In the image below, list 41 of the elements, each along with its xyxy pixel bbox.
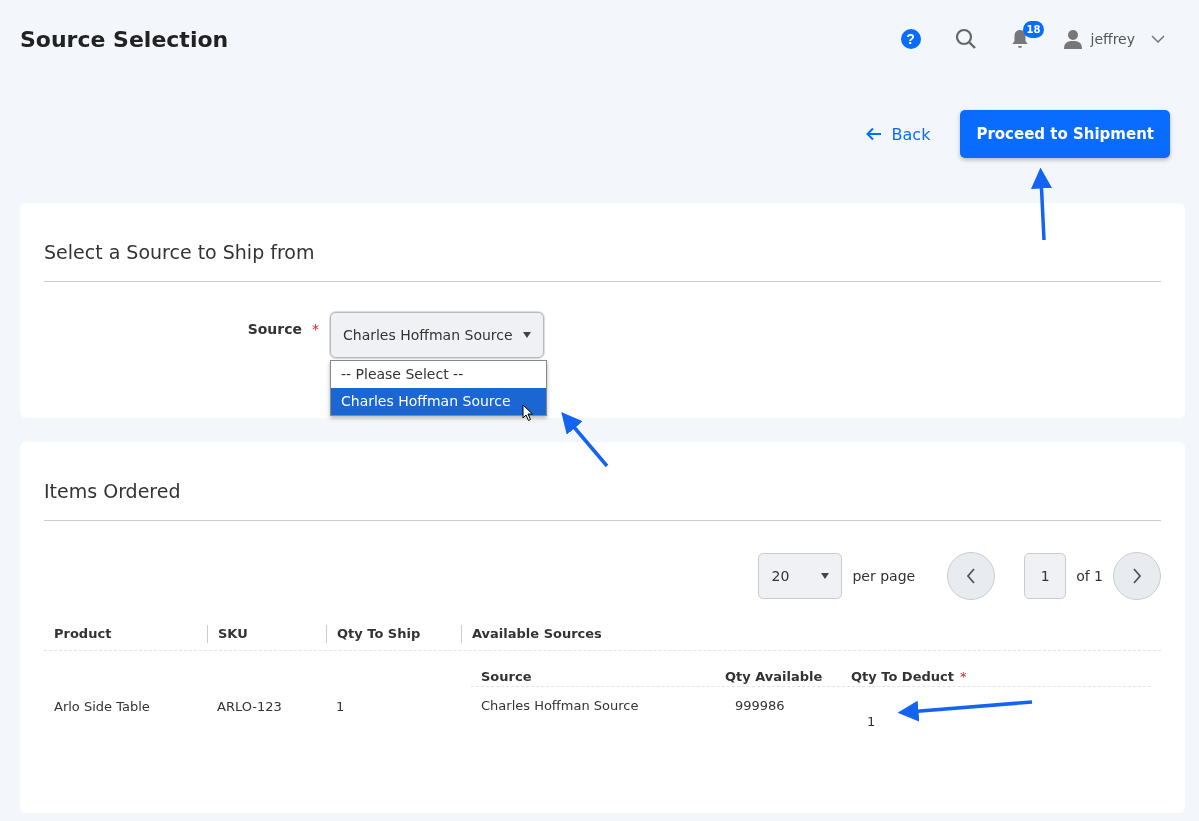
column-header: Qty To Deduct xyxy=(851,669,954,684)
back-link[interactable]: Back xyxy=(865,124,931,144)
per-page-dropdown[interactable]: 20 xyxy=(758,553,843,599)
annotation-arrow xyxy=(561,412,609,468)
table-cell-text: 1 xyxy=(335,698,346,716)
column-header: Available Sources xyxy=(461,625,602,643)
table-cell-text: ARLO-123 xyxy=(216,698,283,716)
arrow-left-icon xyxy=(865,127,882,141)
search-icon[interactable] xyxy=(954,28,977,50)
table-cell-text: 1 xyxy=(866,713,876,729)
bell-icon[interactable] xyxy=(1010,29,1029,49)
required-mark: * xyxy=(312,321,319,339)
column-header: Qty Available xyxy=(725,669,823,684)
column-header: SKU xyxy=(207,625,326,643)
help-icon[interactable]: ? xyxy=(900,29,921,49)
page-number-field[interactable]: 1 xyxy=(1024,553,1067,599)
column-header: Qty To Ship xyxy=(326,625,461,643)
source-dropdown[interactable]: Charles Hoffman Source xyxy=(330,312,544,358)
column-header: Product xyxy=(53,625,113,643)
per-page-label: per page xyxy=(852,568,916,584)
caret-icon xyxy=(523,332,531,338)
field-label: Source xyxy=(247,321,302,339)
page-count: of 1 xyxy=(1076,568,1103,584)
user-icon xyxy=(1062,29,1083,49)
section-title: Items Ordered xyxy=(44,480,182,504)
notification-count: 18 xyxy=(1022,21,1045,38)
user-menu[interactable]: jeffrey xyxy=(1062,29,1165,49)
page-title: Source Selection xyxy=(20,26,229,52)
table-cell-text: Arlo Side Table xyxy=(53,698,151,716)
table-cell-text: 999986 xyxy=(734,698,786,715)
section-title: Select a Source to Ship from xyxy=(44,241,316,265)
column-header: Source xyxy=(481,669,532,684)
required-mark: * xyxy=(959,669,967,684)
chevron-down-icon xyxy=(1151,35,1165,43)
dropdown-option[interactable]: -- Please Select -- xyxy=(331,361,546,388)
user-name: jeffrey xyxy=(1090,31,1135,47)
proceed-button[interactable]: Proceed to Shipment xyxy=(960,110,1170,158)
chevron-right-icon xyxy=(1132,568,1142,584)
table-cell-text: Charles Hoffman Source xyxy=(480,698,640,715)
chevron-left-icon xyxy=(966,568,977,584)
caret-icon xyxy=(821,573,830,579)
